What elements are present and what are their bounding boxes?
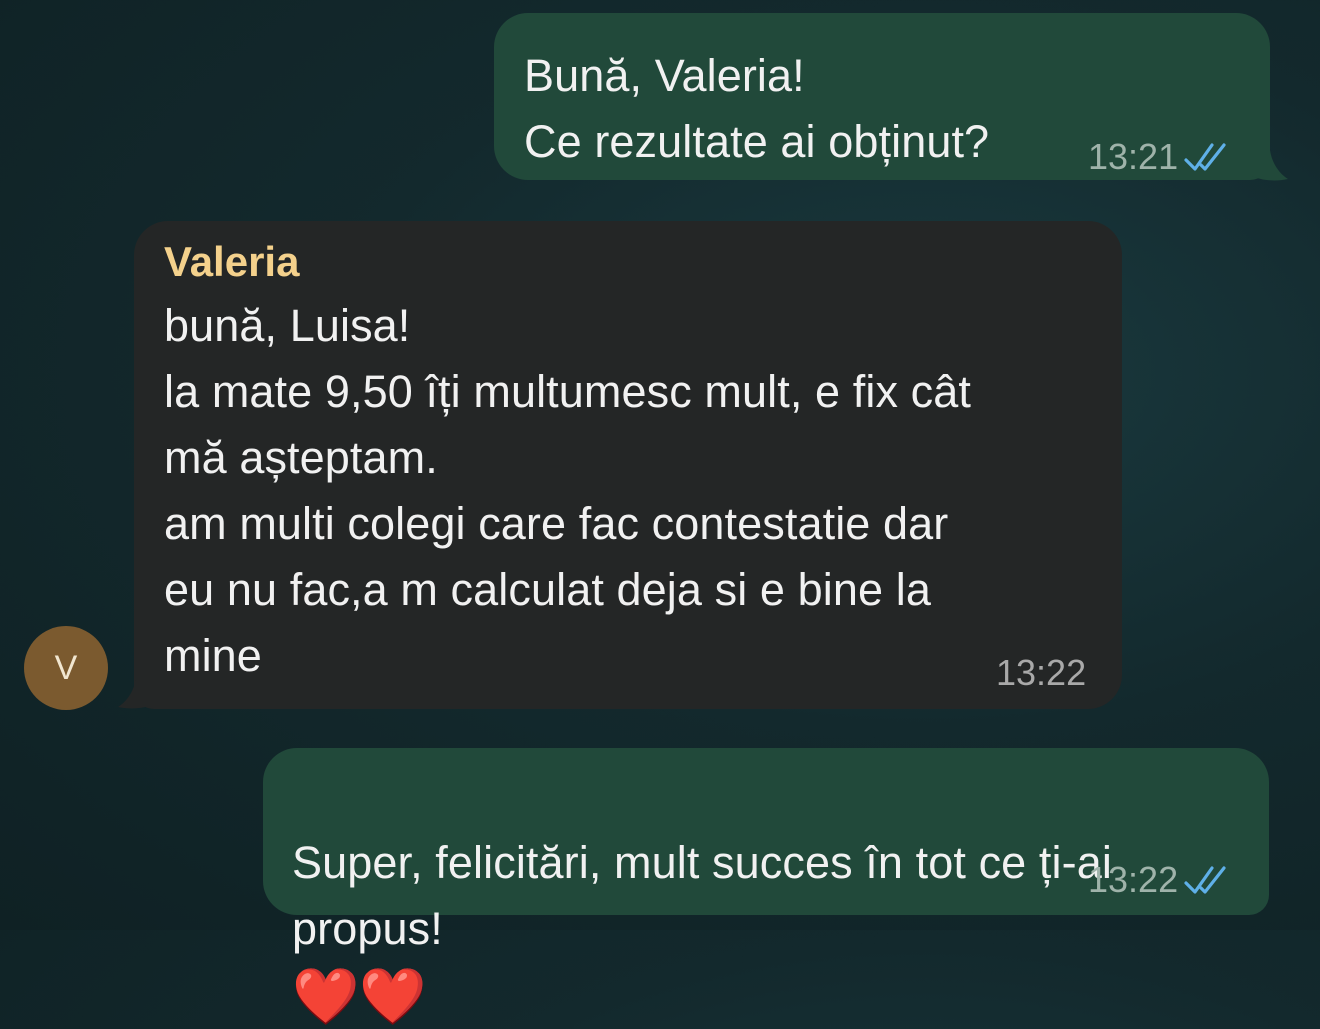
- incoming-message-bubble[interactable]: Valeria bună, Luisa! la mate 9,50 îți mu…: [134, 221, 1122, 709]
- message-meta: 13:21: [1088, 137, 1232, 177]
- outgoing-message-bubble[interactable]: Super, felicitări, mult succes în tot ce…: [263, 748, 1269, 1026]
- avatar[interactable]: V: [24, 626, 108, 710]
- avatar-initial: V: [54, 648, 78, 687]
- message-text: Super, felicitări, mult succes în tot ce…: [292, 764, 1112, 1029]
- double-check-read-icon: [1184, 143, 1226, 171]
- bubble-tail: [1252, 150, 1288, 181]
- message-text-body: Super, felicitări, mult succes în tot ce…: [292, 837, 1112, 954]
- chat-message-list[interactable]: Bună, Valeria! Ce rezultate ai obținut? …: [0, 0, 1320, 1026]
- message-time: 13:22: [996, 652, 1087, 693]
- sender-name[interactable]: Valeria: [164, 237, 299, 287]
- message-text: bună, Luisa! la mate 9,50 îți multumesc …: [164, 300, 971, 681]
- bubble-tail: [118, 678, 154, 709]
- message-time: 13:22: [1088, 859, 1179, 900]
- double-check-read-icon: [1184, 866, 1226, 894]
- message-meta: 13:22: [996, 653, 1086, 693]
- outgoing-message-bubble[interactable]: Bună, Valeria! Ce rezultate ai obținut? …: [494, 13, 1270, 180]
- message-meta: 13:22: [1088, 860, 1232, 900]
- message-time: 13:21: [1088, 136, 1179, 177]
- message-text: Bună, Valeria! Ce rezultate ai obținut?: [524, 50, 990, 167]
- heart-emoji: ❤️❤️: [292, 966, 427, 1026]
